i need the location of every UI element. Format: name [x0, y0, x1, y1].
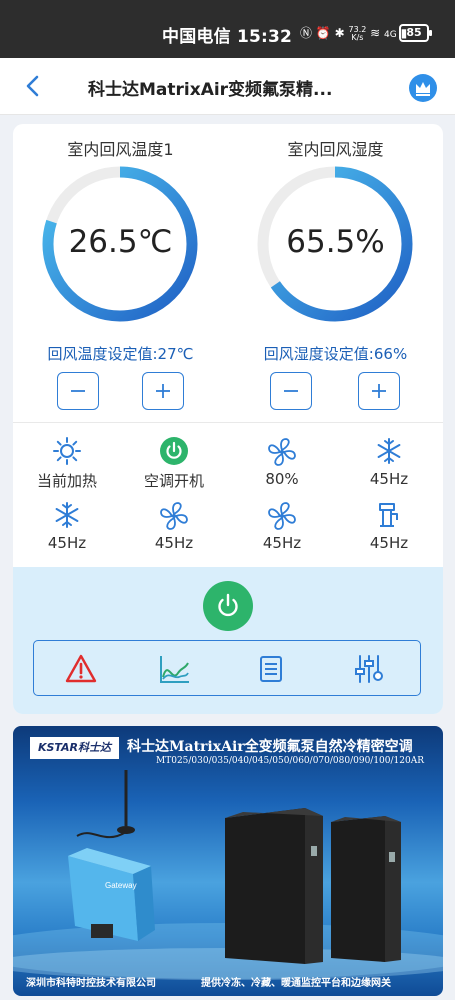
status-fan-2: 45Hz [120, 500, 228, 552]
back-button[interactable] [22, 74, 46, 98]
fan-icon [268, 438, 296, 466]
action-toolbar [33, 640, 421, 696]
list-button[interactable] [254, 653, 288, 685]
minus-icon [284, 390, 298, 392]
banner-tagline: 提供冷冻、冷藏、暖通监控平台和边缘网关 [201, 978, 391, 989]
temperature-decrease-button[interactable] [57, 372, 99, 410]
power-icon [218, 593, 238, 617]
settings-button[interactable] [352, 653, 386, 685]
status-compressor-2: 45Hz [13, 500, 121, 552]
plus-icon [372, 384, 386, 398]
banner-company: 深圳市科特时控技术有限公司 [26, 978, 156, 989]
list-icon [260, 656, 282, 682]
settings-sliders-icon [355, 655, 383, 683]
status-pump: 45Hz [335, 500, 443, 552]
page-title: 科士达MatrixAir变频氟泵精... [88, 80, 333, 100]
status-fan-speed: 80% [228, 436, 336, 488]
control-panel [13, 567, 443, 714]
divider [13, 422, 443, 423]
plus-icon [156, 384, 170, 398]
humidity-gauge-block: 室内回风湿度 65.5% 回风湿度设定值:66% [228, 124, 443, 424]
status-label: 45Hz [262, 534, 302, 552]
net-speed: 73.2 K/s [348, 24, 367, 42]
status-heating: 当前加热 [13, 436, 121, 491]
status-ac-on: 空调开机 [120, 436, 228, 491]
humidity-decrease-button[interactable] [270, 372, 312, 410]
status-label: 45Hz [369, 534, 409, 552]
fan-icon [160, 502, 188, 530]
alarm-icon [65, 654, 97, 683]
humidity-title: 室内回风湿度 [287, 140, 384, 159]
crown-button[interactable] [409, 74, 437, 102]
bluetooth-icon: ✱ [334, 26, 345, 40]
status-carrier-time: 中国电信 15:32 [162, 22, 292, 47]
temperature-setpoint-label: 回风温度设定值:27℃ [47, 345, 194, 363]
wifi-icon: ≋ [370, 26, 381, 40]
nfc-icon: Ⓝ [300, 26, 313, 40]
snowflake-icon [55, 502, 79, 528]
title-bar: 科士达MatrixAir变频氟泵精... [0, 58, 455, 115]
status-fan-3: 45Hz [228, 500, 336, 552]
chevron-left-icon [26, 75, 39, 97]
humidity-setpoint-label: 回风湿度设定值:66% [263, 345, 408, 363]
fan-icon [268, 502, 296, 530]
signal-label: 4G [384, 30, 397, 40]
power-button[interactable] [203, 581, 253, 631]
gateway-label: Gateway [105, 881, 137, 890]
temperature-title: 室内回风温度1 [67, 140, 174, 159]
humidity-value: 65.5% [286, 224, 385, 260]
status-label: 当前加热 [36, 472, 97, 490]
trend-chart-icon [160, 656, 189, 683]
status-label: 80% [265, 470, 299, 488]
status-label: 45Hz [369, 470, 409, 488]
alarm-button[interactable] [64, 653, 98, 685]
temperature-increase-button[interactable] [142, 372, 184, 410]
trend-button[interactable] [158, 653, 192, 685]
alarm-clock-icon: ⏰ [315, 26, 331, 40]
minus-icon [71, 390, 85, 392]
clock: 15:32 [236, 27, 293, 47]
snowflake-icon [377, 438, 401, 464]
temperature-value: 26.5℃ [68, 224, 173, 260]
temperature-gauge-block: 室内回风温度1 26.5℃ 回风温度设定值:27℃ [13, 124, 228, 424]
pump-icon [379, 503, 398, 527]
status-compressor: 45Hz [335, 436, 443, 488]
banner-illustration: Gateway [13, 770, 443, 980]
status-label: 45Hz [47, 534, 87, 552]
promo-banner[interactable]: KSTAR科士达 科士达MatrixAir全变频氟泵自然冷精密空调 MT025/… [13, 726, 443, 996]
carrier-label: 中国电信 [162, 27, 231, 47]
humidity-increase-button[interactable] [358, 372, 400, 410]
status-label: 45Hz [154, 534, 194, 552]
status-label: 空调开机 [143, 472, 204, 490]
crown-icon [416, 82, 430, 96]
power-on-icon [160, 437, 188, 465]
device-card: 室内回风温度1 26.5℃ 回风温度设定值:27℃ 室内回风湿度 65.5% 回… [13, 124, 443, 714]
battery-icon: 85 [399, 24, 432, 42]
status-icons: Ⓝ ⏰ ✱ 73.2 K/s ≋ 4G ▮ [300, 24, 407, 42]
sun-icon [53, 437, 81, 465]
status-bar: 中国电信 15:32 Ⓝ ⏰ ✱ 73.2 K/s ≋ 4G ▮ 85 [0, 0, 455, 58]
